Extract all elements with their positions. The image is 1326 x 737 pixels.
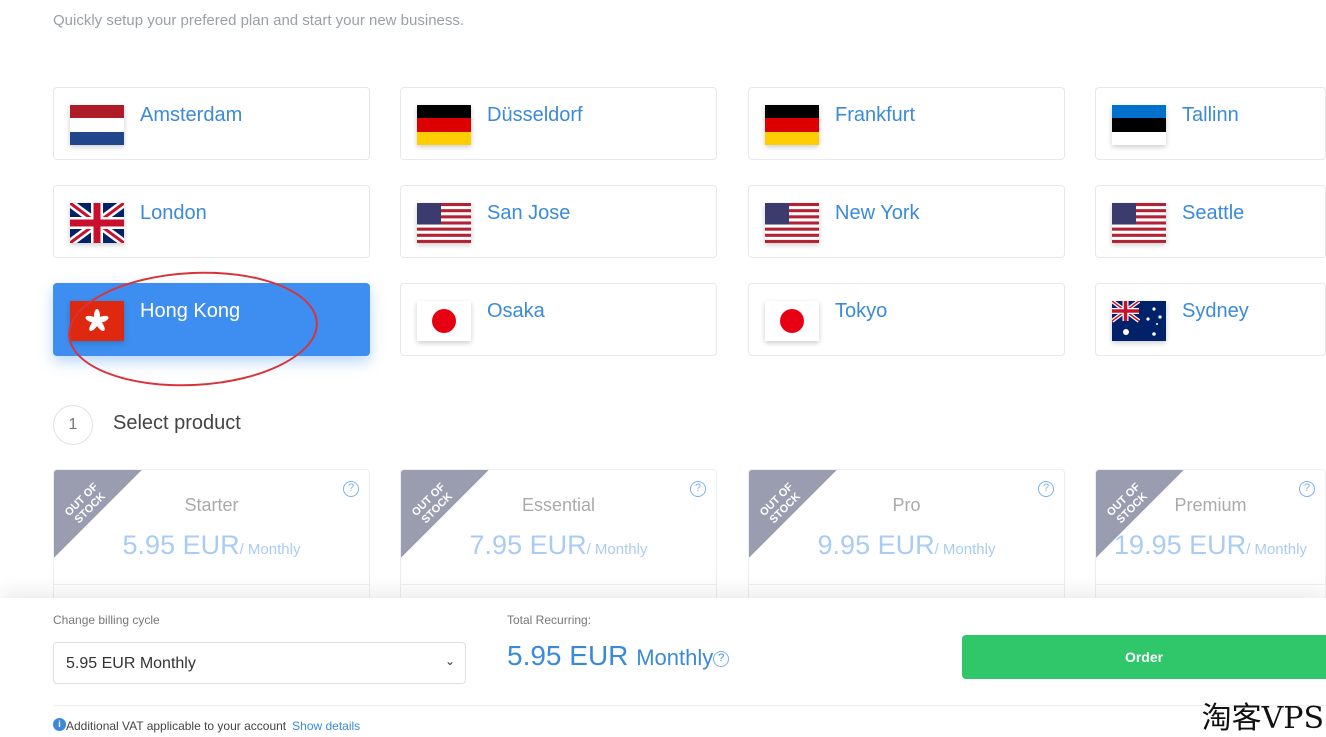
- price-period: / Monthly: [586, 541, 648, 558]
- location-card[interactable]: Tallinn: [1095, 87, 1326, 160]
- help-icon[interactable]: ?: [713, 651, 730, 667]
- location-name: San Jose: [487, 202, 571, 224]
- vat-notice: i Additional VAT applicable to your accou…: [53, 718, 360, 733]
- product-name: Premium: [1174, 495, 1247, 515]
- billing-selected: 5.95 EUR Monthly: [66, 655, 196, 672]
- product-card[interactable]: OUT OF STOCK? Premium 19.95 EUR/ Monthly: [1095, 469, 1326, 609]
- flag-ee-icon: [1112, 105, 1166, 145]
- flag-us-icon: [1112, 203, 1166, 243]
- flag-jp-icon: [765, 301, 819, 341]
- product-name: Starter: [184, 495, 239, 515]
- watermark: 淘客VPS: [1201, 701, 1324, 736]
- location-name: Frankfurt: [835, 104, 916, 126]
- location-name: Osaka: [487, 300, 545, 322]
- order-button[interactable]: Order: [962, 635, 1326, 679]
- flag-gb-icon: [70, 203, 124, 243]
- location-name: New York: [835, 202, 920, 224]
- product-name: Pro: [892, 495, 921, 515]
- price-period: / Monthly: [1246, 541, 1307, 558]
- divider: [401, 584, 716, 585]
- location-name: Hong Kong: [140, 300, 241, 322]
- location-card[interactable]: New York: [748, 185, 1065, 258]
- location-name: Sydney: [1182, 300, 1249, 322]
- location-card[interactable]: Sydney: [1095, 283, 1326, 356]
- flag-nl-icon: [70, 105, 124, 145]
- location-name: London: [140, 202, 207, 224]
- product-card[interactable]: OUT OF STOCK? Essential 7.95 EUR/ Monthly: [400, 469, 717, 609]
- location-name: Tokyo: [835, 300, 888, 322]
- product-card[interactable]: OUT OF STOCK? Pro 9.95 EUR/ Monthly: [748, 469, 1065, 609]
- location-card[interactable]: Seattle: [1095, 185, 1326, 258]
- location-name: Tallinn: [1182, 104, 1239, 126]
- location-name: Amsterdam: [140, 104, 243, 126]
- location-card[interactable]: San Jose: [400, 185, 717, 258]
- product-price: 7.95 EUR/ Monthly: [401, 530, 716, 561]
- order-bar: Change billing cycle 5.95 EUR Monthly ⌄ T…: [0, 598, 1326, 737]
- total-price: 5.95 EUR: [507, 640, 629, 671]
- show-details-link[interactable]: Show details: [292, 719, 360, 733]
- price-value: 7.95 EUR: [469, 530, 587, 560]
- price-value: 9.95 EUR: [817, 530, 935, 560]
- divider: [53, 705, 1326, 706]
- flag-au-icon: [1112, 301, 1166, 341]
- divider: [54, 584, 369, 585]
- location-card[interactable]: Tokyo: [748, 283, 1065, 356]
- location-card[interactable]: Amsterdam: [53, 87, 370, 160]
- product-name: Essential: [521, 495, 596, 515]
- location-name: Düsseldorf: [487, 104, 583, 126]
- location-card[interactable]: Frankfurt: [748, 87, 1065, 160]
- flag-de-icon: [765, 105, 819, 145]
- flag-hk-icon: [70, 301, 124, 341]
- location-card[interactable]: Hong Kong: [53, 283, 370, 356]
- chevron-down-icon: ⌄: [444, 654, 455, 668]
- divider: [749, 584, 1064, 585]
- divider: [1096, 584, 1325, 585]
- product-price: 5.95 EUR/ Monthly: [54, 530, 369, 561]
- step-number: 1: [53, 405, 93, 445]
- billing-label: Change billing cycle: [53, 613, 160, 627]
- price-value: 5.95 EUR: [122, 530, 240, 560]
- page-subtitle: Quickly setup your prefered plan and sta…: [53, 12, 465, 29]
- location-name: Seattle: [1182, 202, 1245, 224]
- product-price: 9.95 EUR/ Monthly: [749, 530, 1064, 561]
- location-card[interactable]: Düsseldorf: [400, 87, 717, 160]
- total-recurring: 5.95 EUR Monthly?: [507, 640, 730, 672]
- product-price: 19.95 EUR/ Monthly: [1096, 530, 1325, 561]
- info-icon: i: [53, 718, 66, 731]
- price-value: 19.95 EUR: [1114, 530, 1247, 560]
- total-period: Monthly: [636, 645, 714, 670]
- product-card[interactable]: OUT OF STOCK? Starter 5.95 EUR/ Monthly: [53, 469, 370, 609]
- location-card[interactable]: London: [53, 185, 370, 258]
- flag-us-icon: [417, 203, 471, 243]
- billing-cycle-select[interactable]: 5.95 EUR Monthly ⌄: [53, 642, 466, 684]
- total-label: Total Recurring:: [507, 613, 592, 627]
- flag-us-icon: [765, 203, 819, 243]
- price-period: / Monthly: [934, 541, 996, 558]
- location-card[interactable]: Osaka: [400, 283, 717, 356]
- flag-jp-icon: [417, 301, 471, 341]
- flag-de-icon: [417, 105, 471, 145]
- price-period: / Monthly: [239, 541, 301, 558]
- vat-text: Additional VAT applicable to your accoun…: [66, 719, 287, 733]
- step-title: Select product: [113, 412, 241, 434]
